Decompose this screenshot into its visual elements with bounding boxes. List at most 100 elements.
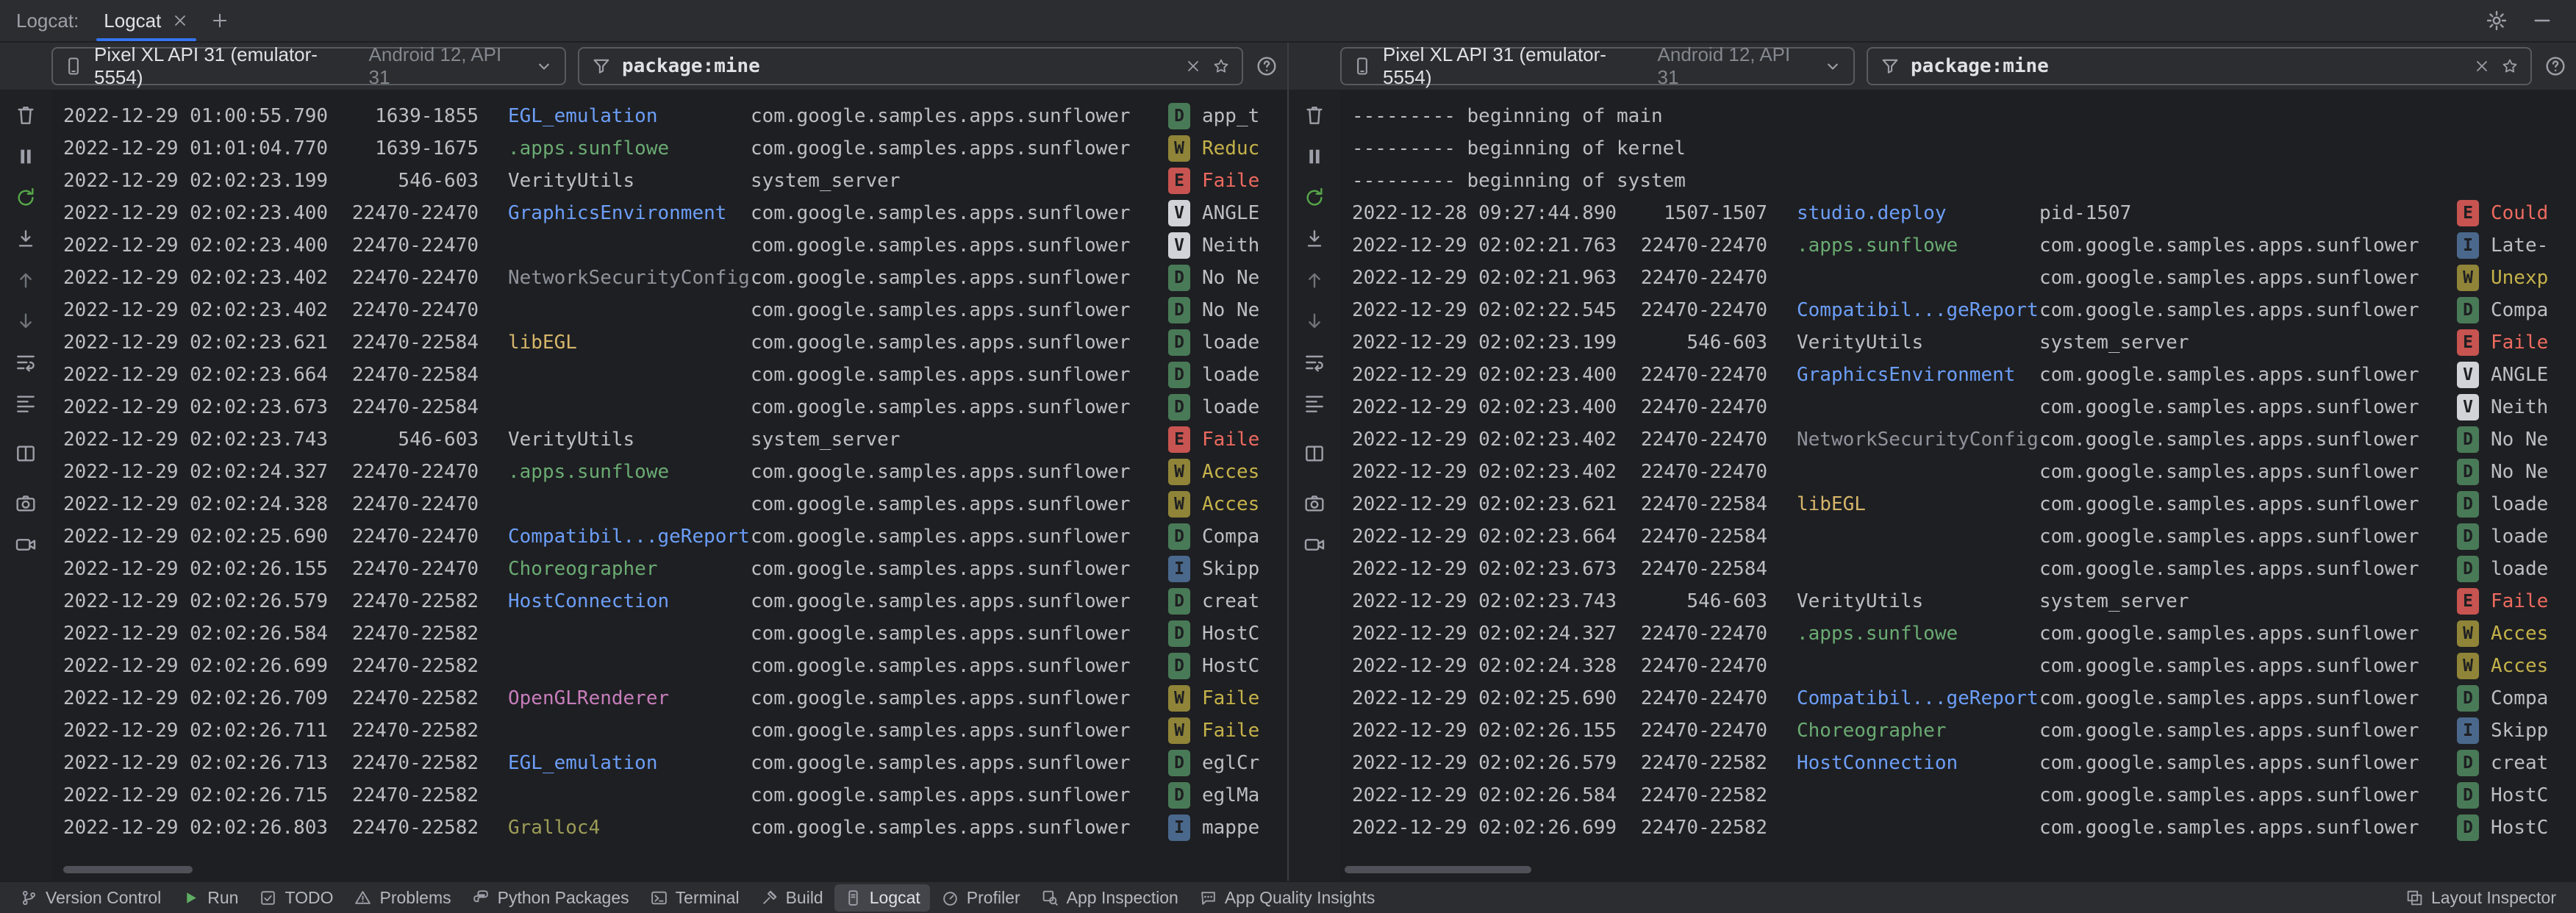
filter-input[interactable]: package:mine (1867, 47, 2532, 85)
log-row[interactable]: 2022-12-29 02:02:23.402 22470-22470 Networ… (1352, 423, 2576, 456)
status-item-run[interactable]: Run (172, 884, 248, 912)
clear-logcat-icon[interactable] (9, 100, 43, 131)
scrollbar-thumb[interactable] (1345, 866, 1531, 873)
soft-wrap-icon[interactable] (1298, 347, 1331, 378)
status-item-layout-inspector[interactable]: Layout Inspector (2396, 884, 2566, 912)
log-row[interactable]: 2022-12-29 02:02:24.327 22470-22470 .apps.… (1352, 617, 2576, 650)
log-row[interactable]: 2022-12-29 01:01:04.770 1639-1675 .apps.su… (63, 132, 1287, 165)
status-item-terminal[interactable]: Terminal (640, 884, 749, 912)
favorite-filter-icon[interactable] (1212, 57, 1230, 75)
log-row[interactable]: 2022-12-29 02:02:23.621 22470-22584 libEGL… (63, 326, 1287, 359)
log-row[interactable]: 2022-12-29 02:02:23.402 22470-22470 Networ… (63, 262, 1287, 294)
log-row[interactable]: 2022-12-29 02:02:26.713 22470-22582 EGL_em… (63, 747, 1287, 779)
pause-logcat-icon[interactable] (9, 141, 43, 172)
log-row[interactable]: 2022-12-29 02:02:26.584 22470-22582 com.go… (63, 617, 1287, 650)
log-row[interactable]: --------- beginning of system (1352, 165, 2576, 197)
help-icon[interactable] (2544, 54, 2567, 78)
hide-tool-window-icon[interactable] (2530, 9, 2554, 32)
favorite-filter-icon[interactable] (2501, 57, 2519, 75)
log-row[interactable]: 2022-12-29 02:02:23.400 22470-22470 com.go… (63, 229, 1287, 262)
close-tab-icon[interactable] (171, 12, 189, 29)
log-row[interactable]: 2022-12-29 02:02:26.715 22470-22582 com.go… (63, 779, 1287, 812)
status-item-app-quality-insights[interactable]: App Quality Insights (1189, 884, 1385, 912)
log-row[interactable]: 2022-12-29 02:02:26.699 22470-22582 com.go… (1352, 812, 2576, 844)
log-row[interactable]: 2022-12-29 02:02:24.328 22470-22470 com.go… (1352, 650, 2576, 682)
soft-wrap-icon[interactable] (9, 347, 43, 378)
log-row[interactable]: 2022-12-29 02:02:26.579 22470-22582 HostCo… (63, 585, 1287, 617)
log-area[interactable]: 2022-12-29 01:00:55.790 1639-1855 EGL_emul… (51, 90, 1287, 881)
tab-logcat[interactable]: Logcat (90, 0, 202, 41)
log-row[interactable]: 2022-12-29 02:02:23.673 22470-22584 com.go… (63, 391, 1287, 423)
formatting-options-icon[interactable] (9, 388, 43, 419)
log-row[interactable]: 2022-12-29 02:02:25.690 22470-22470 Compat… (1352, 682, 2576, 715)
new-tab-icon[interactable] (210, 10, 230, 31)
next-occurrence-icon[interactable] (1298, 306, 1331, 337)
pause-logcat-icon[interactable] (1298, 141, 1331, 172)
log-row[interactable]: 2022-12-29 02:02:23.743 546-603 VerityUtil… (63, 423, 1287, 456)
log-row[interactable]: 2022-12-29 02:02:26.579 22470-22582 HostCo… (1352, 747, 2576, 779)
status-item-app-inspection[interactable]: App Inspection (1031, 884, 1188, 912)
log-row[interactable]: --------- beginning of main (1352, 100, 2576, 132)
status-item-build[interactable]: Build (751, 884, 833, 912)
clear-filter-icon[interactable] (2473, 57, 2491, 75)
log-row[interactable]: 2022-12-29 02:02:23.400 22470-22470 com.go… (1352, 391, 2576, 423)
log-row[interactable]: 2022-12-29 02:02:24.327 22470-22470 .apps.… (63, 456, 1287, 488)
log-row[interactable]: 2022-12-29 02:02:26.699 22470-22582 com.go… (63, 650, 1287, 682)
status-item-problems[interactable]: Problems (344, 884, 460, 912)
screen-record-icon[interactable] (9, 529, 43, 560)
log-row[interactable]: 2022-12-29 02:02:23.743 546-603 VerityUtil… (1352, 585, 2576, 617)
gear-icon[interactable] (2485, 9, 2508, 32)
restart-logcat-icon[interactable] (1298, 182, 1331, 213)
next-occurrence-icon[interactable] (9, 306, 43, 337)
filter-input[interactable]: package:mine (578, 47, 1243, 85)
log-row[interactable]: 2022-12-29 02:02:25.690 22470-22470 Compat… (63, 520, 1287, 553)
log-row[interactable]: 2022-12-29 02:02:24.328 22470-22470 com.go… (63, 488, 1287, 520)
log-row[interactable]: 2022-12-29 02:02:23.199 546-603 VerityUtil… (1352, 326, 2576, 359)
split-panels-icon[interactable] (9, 438, 43, 469)
status-item-python-packages[interactable]: Python Packages (462, 884, 639, 912)
status-item-profiler[interactable]: Profiler (931, 884, 1030, 912)
split-panels-icon[interactable] (1298, 438, 1331, 469)
horizontal-scrollbar[interactable] (51, 866, 1287, 873)
clear-filter-icon[interactable] (1184, 57, 1202, 75)
log-row[interactable]: 2022-12-28 09:27:44.890 1507-1507 studio.d… (1352, 197, 2576, 229)
log-row[interactable]: 2022-12-29 02:02:23.402 22470-22470 com.go… (63, 294, 1287, 326)
log-row[interactable]: 2022-12-29 02:02:23.664 22470-22584 com.go… (63, 359, 1287, 391)
scroll-to-end-icon[interactable] (1298, 223, 1331, 254)
log-row[interactable]: 2022-12-29 02:02:26.709 22470-22582 OpenGL… (63, 682, 1287, 715)
screenshot-icon[interactable] (1298, 488, 1331, 519)
screenshot-icon[interactable] (9, 488, 43, 519)
log-row[interactable]: 2022-12-29 02:02:26.803 22470-22582 Grallo… (63, 812, 1287, 844)
previous-occurrence-icon[interactable] (9, 265, 43, 296)
device-selector[interactable]: Pixel XL API 31 (emulator-5554) Android … (51, 43, 566, 88)
log-row[interactable]: 2022-12-29 02:02:21.763 22470-22470 .apps.… (1352, 229, 2576, 262)
log-row[interactable]: 2022-12-29 02:02:23.664 22470-22584 com.go… (1352, 520, 2576, 553)
log-row[interactable]: 2022-12-29 02:02:23.673 22470-22584 com.go… (1352, 553, 2576, 585)
status-item-logcat[interactable]: Logcat (834, 884, 930, 912)
log-row[interactable]: 2022-12-29 02:02:23.400 22470-22470 Graphi… (1352, 359, 2576, 391)
log-row[interactable]: 2022-12-29 02:02:23.402 22470-22470 com.go… (1352, 456, 2576, 488)
log-row[interactable]: 2022-12-29 02:02:26.155 22470-22470 Choreo… (1352, 715, 2576, 747)
horizontal-scrollbar[interactable] (1340, 866, 2576, 873)
log-row[interactable]: --------- beginning of kernel (1352, 132, 2576, 165)
log-row[interactable]: 2022-12-29 02:02:23.621 22470-22584 libEGL… (1352, 488, 2576, 520)
restart-logcat-icon[interactable] (9, 182, 43, 213)
log-row[interactable]: 2022-12-29 02:02:26.711 22470-22582 com.go… (63, 715, 1287, 747)
log-row[interactable]: 2022-12-29 02:02:22.545 22470-22470 Compat… (1352, 294, 2576, 326)
log-row[interactable]: 2022-12-29 02:02:23.199 546-603 VerityUtil… (63, 165, 1287, 197)
scroll-to-end-icon[interactable] (9, 223, 43, 254)
screen-record-icon[interactable] (1298, 529, 1331, 560)
log-row[interactable]: 2022-12-29 02:02:23.400 22470-22470 Graphi… (63, 197, 1287, 229)
previous-occurrence-icon[interactable] (1298, 265, 1331, 296)
log-row[interactable]: 2022-12-29 02:02:26.584 22470-22582 com.go… (1352, 779, 2576, 812)
device-selector[interactable]: Pixel XL API 31 (emulator-5554) Android … (1340, 43, 1855, 88)
clear-logcat-icon[interactable] (1298, 100, 1331, 131)
help-icon[interactable] (1255, 54, 1278, 78)
log-area[interactable]: --------- beginning of main --------- beg… (1340, 90, 2576, 881)
formatting-options-icon[interactable] (1298, 388, 1331, 419)
status-item-todo[interactable]: TODO (249, 884, 343, 912)
log-row[interactable]: 2022-12-29 01:00:55.790 1639-1855 EGL_emul… (63, 100, 1287, 132)
status-item-version-control[interactable]: Version Control (10, 884, 171, 912)
log-row[interactable]: 2022-12-29 02:02:26.155 22470-22470 Choreo… (63, 553, 1287, 585)
scrollbar-thumb[interactable] (63, 866, 193, 873)
